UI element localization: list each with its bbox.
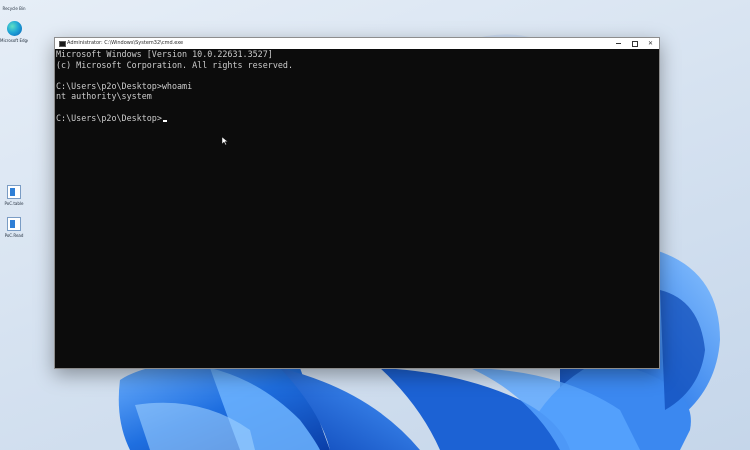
desktop-icon-label: PoC.table: [4, 201, 24, 206]
text-cursor: [162, 119, 167, 122]
edge-icon: [6, 21, 22, 36]
window-title: Administrator: C:\Windows\System32\cmd.e…: [67, 40, 184, 46]
console-icon: [59, 41, 66, 47]
console-line: C:\Users\p2o\Desktop>whoami: [56, 80, 193, 91]
minimize-icon: [616, 43, 621, 44]
console-output[interactable]: Microsoft Windows [Version 10.0.22631.35…: [55, 49, 659, 368]
console-scrollbar[interactable]: [655, 49, 659, 368]
console-prompt-line[interactable]: C:\Users\p2o\Desktop>: [55, 113, 659, 124]
desktop: Recycle Bin Microsoft Edge PoC.table PoC…: [0, 0, 750, 450]
desktop-icon-poc-table[interactable]: PoC.table: [0, 185, 28, 206]
desktop-icon-poc-read[interactable]: PoC.Read: [0, 217, 28, 238]
app-icon: [7, 185, 21, 199]
desktop-icon-edge[interactable]: Microsoft Edge: [0, 21, 28, 43]
cmd-window[interactable]: Administrator: C:\Windows\System32\cmd.e…: [54, 37, 660, 369]
console-line: nt authority\system: [56, 91, 152, 102]
desktop-icon-label: Recycle Bin: [2, 6, 26, 11]
maximize-button[interactable]: [627, 38, 642, 49]
desktop-icon-label: PoC.Read: [4, 233, 24, 238]
desktop-icon-label: Microsoft Edge: [0, 38, 28, 43]
minimize-button[interactable]: [611, 38, 626, 49]
console-prompt: C:\Users\p2o\Desktop>: [56, 112, 162, 123]
close-icon: ✕: [647, 40, 654, 47]
maximize-icon: [632, 41, 638, 47]
console-line: (c) Microsoft Corporation. All rights re…: [56, 59, 293, 70]
desktop-icon-recycle-bin[interactable]: Recycle Bin: [0, 0, 28, 11]
console-line: Microsoft Windows [Version 10.0.22631.35…: [56, 49, 273, 59]
recycle-bin-icon: [7, 0, 21, 4]
mouse-pointer-icon: [222, 137, 228, 145]
app-icon: [7, 217, 21, 231]
close-button[interactable]: ✕: [643, 38, 658, 49]
